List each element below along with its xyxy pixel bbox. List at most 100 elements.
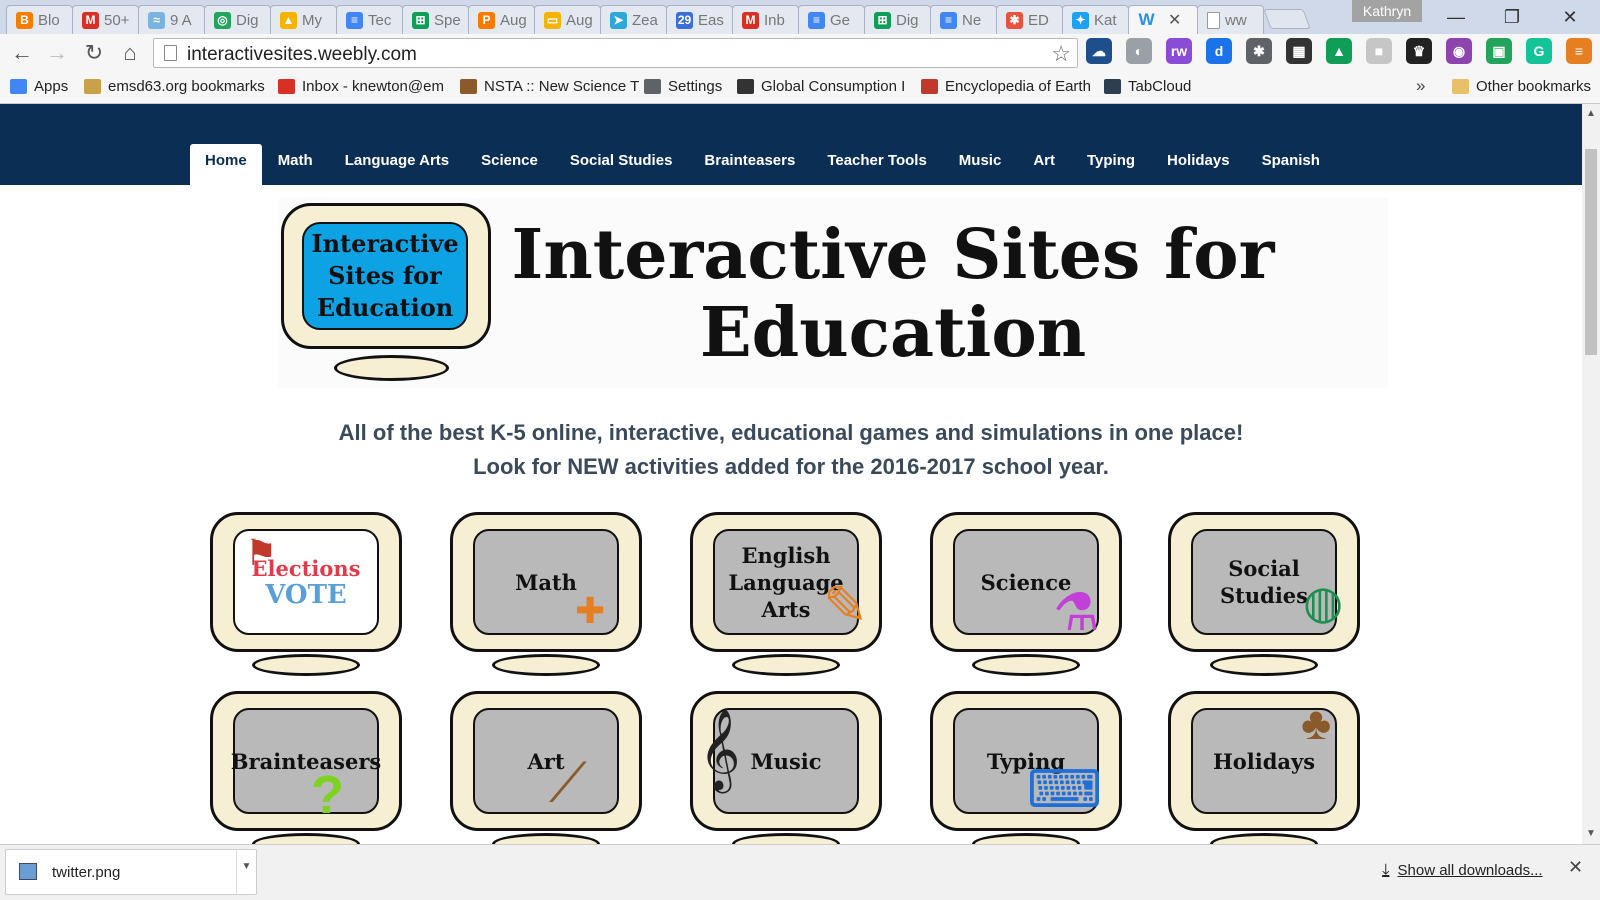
bookmark-item[interactable]: Encyclopedia of Earth (921, 78, 1091, 95)
category-tile-brainteasers[interactable]: Brainteasers? (210, 691, 402, 844)
calendar-icon: 29 (676, 11, 693, 29)
back-button[interactable]: ← (8, 39, 36, 67)
nav-item-math[interactable]: Math (262, 144, 329, 185)
category-tile-social-studies[interactable]: Social Studies ◍ (1168, 512, 1360, 676)
forward-button[interactable]: → (43, 39, 71, 67)
browser-tab[interactable]: ▭ Aug (534, 5, 601, 34)
category-tile-holidays[interactable]: Holidays ♣ (1168, 691, 1360, 844)
category-tile-elections[interactable]: Elections VOTE ⚑ (210, 512, 402, 676)
nav-item-science[interactable]: Science (465, 144, 554, 185)
minimize-button[interactable]: — (1436, 4, 1476, 30)
browser-tab[interactable]: B Blo (6, 5, 73, 34)
nav-item-teacher-tools[interactable]: Teacher Tools (811, 144, 942, 185)
menu-icon[interactable]: ≡ (1566, 38, 1592, 64)
bookmark-item[interactable]: NSTA :: New Science T (460, 78, 639, 95)
url-text[interactable]: interactivesites.weebly.com (187, 44, 417, 66)
browser-tab[interactable]: ≡ Tec (336, 5, 403, 34)
nav-item-social-studies[interactable]: Social Studies (554, 144, 689, 185)
browser-tab[interactable]: ◎ Dig (204, 5, 271, 34)
address-bar[interactable]: interactivesites.weebly.com ☆ (153, 38, 1078, 68)
other-bookmarks[interactable]: Other bookmarks (1452, 78, 1591, 95)
download-item[interactable]: twitter.png ▼ (5, 849, 257, 895)
monitor-frame: Social Studies ◍ (1168, 512, 1360, 652)
reload-button[interactable]: ↻ (80, 39, 108, 67)
restore-button[interactable]: ❐ (1492, 4, 1532, 30)
category-tile-typing[interactable]: Typing ⌨ (930, 691, 1122, 844)
puzzle-icon[interactable]: ■ (1366, 38, 1392, 64)
monitor-stand (972, 654, 1080, 676)
podcast-icon[interactable]: ◉ (1446, 38, 1472, 64)
bookmark-item[interactable]: Global Consumption I (737, 78, 905, 95)
forward-arrow-icon: → (46, 40, 68, 65)
web-clipper-icon[interactable]: ◐ (1126, 38, 1152, 64)
browser-tab[interactable]: ✱ ED (996, 5, 1063, 34)
bookmark-label: NSTA :: New Science T (484, 78, 640, 95)
browser-tab[interactable]: M Inb (732, 5, 799, 34)
browser-tab[interactable]: P Aug (468, 5, 535, 34)
bookmark-item[interactable]: Inbox - knewton@em (278, 78, 444, 95)
tab-label: Zea (632, 11, 658, 29)
browser-tab[interactable]: ww (1197, 5, 1264, 34)
readwrite-icon[interactable]: rw (1166, 38, 1192, 64)
nav-item-art[interactable]: Art (1017, 144, 1071, 185)
browser-tab[interactable]: 29 Eas (666, 5, 733, 34)
browser-tab[interactable]: ≡ Ge (798, 5, 865, 34)
show-all-downloads-link[interactable]: ⤓ Show all downloads... (1382, 860, 1543, 880)
bookmark-item[interactable]: emsd63.org bookmarks (84, 78, 265, 95)
bookmarks-overflow-button[interactable]: » (1416, 76, 1425, 96)
close-shelf-icon[interactable]: ✕ (1568, 857, 1583, 878)
browser-tab[interactable]: ➤ Zea (600, 5, 667, 34)
nav-item-music[interactable]: Music (943, 144, 1018, 185)
scroll-down-arrow-icon[interactable]: ▼ (1585, 828, 1597, 839)
film-icon[interactable]: ▦ (1286, 38, 1312, 64)
bookmark-item[interactable]: Apps (10, 78, 68, 95)
browser-tab[interactable]: ⊞ Spe (402, 5, 469, 34)
classroom-icon[interactable]: ▣ (1486, 38, 1512, 64)
earth-icon (921, 79, 938, 94)
back-arrow-icon: ← (11, 40, 33, 65)
browser-tab[interactable]: M 50+ (72, 5, 139, 34)
vertical-scrollbar[interactable]: ▲ ▼ (1582, 104, 1600, 844)
category-tile-english-language-arts[interactable]: English Language Arts ✎ (690, 512, 882, 676)
home-button[interactable]: ⌂ (116, 39, 144, 67)
p-app-icon: P (478, 11, 495, 29)
browser-tab[interactable]: W ✕ (1128, 5, 1198, 34)
browser-tab[interactable]: ▲ My (270, 5, 337, 34)
lightbulb-icon[interactable]: ✱ (1246, 38, 1272, 64)
keyboard-icon: ⌨ (1027, 761, 1103, 819)
category-tile-art[interactable]: Art ⟋ (450, 691, 642, 844)
nav-item-brainteasers[interactable]: Brainteasers (688, 144, 811, 185)
crown-icon[interactable]: ♛ (1406, 38, 1432, 64)
tab-close-icon[interactable]: ✕ (1168, 10, 1181, 30)
nav-item-spanish[interactable]: Spanish (1246, 144, 1336, 185)
profile-button[interactable]: Kathryn (1352, 0, 1422, 22)
monitor-stand (1210, 833, 1318, 844)
browser-tab[interactable]: ≡ Ne (930, 5, 997, 34)
new-tab-button[interactable] (1263, 9, 1311, 29)
bookmark-item[interactable]: TabCloud (1104, 78, 1191, 95)
category-tile-math[interactable]: Math ✚ (450, 512, 642, 676)
dictation-icon[interactable]: d (1206, 38, 1232, 64)
google-drive-icon[interactable]: ▲ (1326, 38, 1352, 64)
google-sheets-icon: ⊞ (874, 11, 891, 29)
download-menu-caret-icon[interactable]: ▼ (236, 850, 256, 894)
bookmark-star-icon[interactable]: ☆ (1051, 41, 1071, 67)
browser-tab[interactable]: ✦ Kat (1062, 5, 1129, 34)
tab-label: ww (1225, 11, 1247, 29)
tile-label: Holidays (1212, 748, 1316, 774)
onedrive-icon[interactable]: ☁ (1086, 38, 1112, 64)
nav-item-typing[interactable]: Typing (1071, 144, 1151, 185)
category-tile-science[interactable]: Science ⚗ (930, 512, 1122, 676)
scroll-up-arrow-icon[interactable]: ▲ (1585, 108, 1597, 119)
category-tile-music[interactable]: Music 𝄞 (690, 691, 882, 844)
nav-item-language-arts[interactable]: Language Arts (329, 144, 465, 185)
scroll-thumb[interactable] (1585, 149, 1597, 355)
browser-tab[interactable]: ⊞ Dig (864, 5, 931, 34)
nav-item-home[interactable]: Home (190, 144, 262, 185)
tab-label: Kat (1094, 11, 1117, 29)
bookmark-item[interactable]: Settings (644, 78, 722, 95)
nav-item-holidays[interactable]: Holidays (1151, 144, 1246, 185)
window-close-button[interactable]: ✕ (1550, 4, 1590, 30)
browser-tab[interactable]: ≈9 A (138, 5, 205, 34)
grammarly-icon[interactable]: G (1526, 38, 1552, 64)
